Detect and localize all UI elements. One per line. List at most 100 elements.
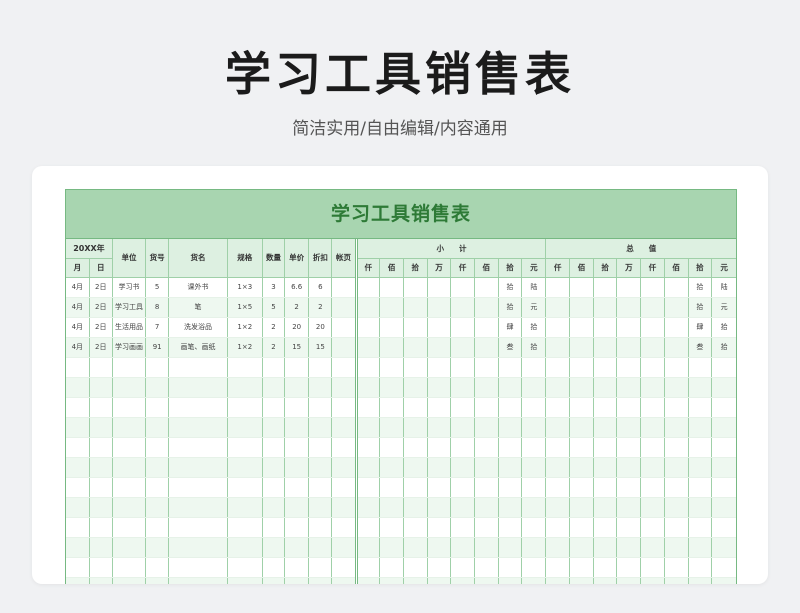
cell-month[interactable]	[66, 377, 90, 398]
total-digit-cell[interactable]	[616, 317, 641, 338]
total-digit-cell[interactable]	[640, 457, 665, 478]
total-digit-cell[interactable]	[687, 397, 712, 418]
total-digit-cell[interactable]	[616, 397, 641, 418]
cell-day[interactable]	[88, 457, 113, 478]
cell-page-no[interactable]	[331, 477, 357, 498]
cell-unit-price[interactable]	[284, 577, 309, 584]
cell-unit[interactable]	[111, 437, 146, 458]
total-digit-cell[interactable]	[663, 397, 688, 418]
total-digit-cell[interactable]	[616, 437, 641, 458]
subtotal-digit-cell[interactable]	[426, 297, 451, 318]
cell-unit-price[interactable]: 2	[284, 297, 309, 318]
subtotal-digit-cell[interactable]	[473, 417, 499, 438]
cell-goods-name[interactable]	[168, 457, 228, 478]
total-digit-cell[interactable]	[545, 557, 570, 578]
subtotal-digit-cell[interactable]	[426, 457, 451, 478]
total-digit-cell[interactable]	[569, 577, 594, 584]
subtotal-digit-cell[interactable]	[354, 437, 380, 458]
cell-month[interactable]	[66, 477, 90, 498]
cell-page-no[interactable]	[331, 417, 357, 438]
subtotal-digit-cell[interactable]	[354, 457, 380, 478]
cell-page-no[interactable]	[331, 397, 357, 418]
total-digit-cell[interactable]	[640, 337, 665, 358]
total-digit-cell[interactable]	[592, 417, 617, 438]
total-digit-cell[interactable]: 肆	[687, 317, 712, 338]
subtotal-digit-cell[interactable]	[426, 557, 451, 578]
subtotal-digit-cell[interactable]	[521, 477, 546, 498]
cell-discount[interactable]	[308, 437, 332, 458]
cell-day[interactable]: 2日	[88, 297, 113, 318]
subtotal-digit-cell[interactable]	[402, 457, 428, 478]
subtotal-digit-cell[interactable]	[450, 517, 475, 538]
cell-unit[interactable]	[111, 457, 146, 478]
cell-unit[interactable]: 生活用品	[111, 317, 146, 338]
cell-month[interactable]	[66, 457, 90, 478]
total-digit-cell[interactable]	[687, 457, 712, 478]
subtotal-digit-cell[interactable]	[450, 537, 475, 558]
cell-day[interactable]: 2日	[88, 337, 113, 358]
subtotal-digit-cell[interactable]	[379, 397, 404, 418]
subtotal-digit-cell[interactable]	[497, 557, 522, 578]
cell-goods-name[interactable]	[168, 357, 228, 378]
subtotal-digit-cell[interactable]	[521, 357, 546, 378]
cell-day[interactable]: 2日	[88, 317, 113, 338]
subtotal-digit-cell[interactable]: 陆	[521, 277, 546, 298]
total-digit-cell[interactable]	[687, 357, 712, 378]
subtotal-digit-cell[interactable]	[473, 277, 499, 298]
cell-discount[interactable]: 2	[308, 297, 332, 318]
cell-discount[interactable]	[308, 537, 332, 558]
total-digit-cell[interactable]	[687, 577, 712, 584]
subtotal-digit-cell[interactable]	[521, 497, 546, 518]
subtotal-digit-cell[interactable]	[354, 277, 380, 298]
total-digit-cell[interactable]	[663, 577, 688, 584]
subtotal-digit-cell[interactable]	[402, 337, 428, 358]
total-digit-cell[interactable]	[545, 477, 570, 498]
cell-unit-price[interactable]	[284, 357, 309, 378]
total-digit-cell[interactable]	[545, 437, 570, 458]
total-digit-cell[interactable]: 拾	[687, 297, 712, 318]
cell-spec[interactable]	[226, 357, 263, 378]
cell-unit-price[interactable]	[284, 437, 309, 458]
cell-quantity[interactable]	[261, 417, 285, 438]
subtotal-digit-cell[interactable]	[450, 357, 475, 378]
subtotal-digit-cell[interactable]	[354, 357, 380, 378]
subtotal-digit-cell[interactable]	[379, 477, 404, 498]
total-digit-cell[interactable]	[616, 417, 641, 438]
total-digit-cell[interactable]	[545, 317, 570, 338]
subtotal-digit-cell[interactable]	[473, 317, 499, 338]
cell-discount[interactable]	[308, 397, 332, 418]
subtotal-digit-cell[interactable]	[379, 377, 404, 398]
total-digit-cell[interactable]	[663, 497, 688, 518]
total-digit-cell[interactable]	[687, 517, 712, 538]
subtotal-digit-cell[interactable]	[379, 337, 404, 358]
total-digit-cell[interactable]	[640, 297, 665, 318]
subtotal-digit-cell[interactable]	[521, 377, 546, 398]
cell-item-no[interactable]	[145, 477, 169, 498]
subtotal-digit-cell[interactable]	[473, 377, 499, 398]
cell-discount[interactable]: 6	[308, 277, 332, 298]
cell-spec[interactable]	[226, 377, 263, 398]
subtotal-digit-cell[interactable]	[426, 417, 451, 438]
subtotal-digit-cell[interactable]	[521, 577, 546, 584]
cell-month[interactable]: 4月	[66, 297, 90, 318]
cell-discount[interactable]	[308, 417, 332, 438]
total-digit-cell[interactable]	[569, 297, 594, 318]
total-digit-cell[interactable]	[569, 417, 594, 438]
cell-month[interactable]	[66, 437, 90, 458]
cell-item-no[interactable]: 7	[145, 317, 169, 338]
total-digit-cell[interactable]	[592, 537, 617, 558]
subtotal-digit-cell[interactable]	[426, 357, 451, 378]
cell-discount[interactable]	[308, 517, 332, 538]
cell-goods-name[interactable]: 笔	[168, 297, 228, 318]
total-digit-cell[interactable]	[663, 317, 688, 338]
subtotal-digit-cell[interactable]	[379, 557, 404, 578]
cell-unit-price[interactable]	[284, 497, 309, 518]
total-digit-cell[interactable]	[616, 557, 641, 578]
total-digit-cell[interactable]	[545, 537, 570, 558]
subtotal-digit-cell[interactable]	[450, 297, 475, 318]
cell-goods-name[interactable]	[168, 437, 228, 458]
total-digit-cell[interactable]	[616, 357, 641, 378]
subtotal-digit-cell[interactable]	[354, 517, 380, 538]
subtotal-digit-cell[interactable]	[426, 437, 451, 458]
subtotal-digit-cell[interactable]	[521, 517, 546, 538]
